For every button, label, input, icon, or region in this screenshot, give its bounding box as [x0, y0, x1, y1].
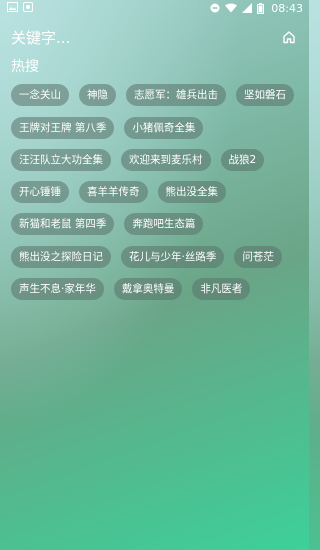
tag-row: 新猫和老鼠 第四季 奔跑吧生态篇: [11, 213, 204, 235]
hot-tag[interactable]: 欢迎来到麦乐村: [121, 149, 211, 171]
hot-tag[interactable]: 志愿军：雄兵出击: [126, 84, 226, 106]
hot-tag[interactable]: 声生不息·家年华: [11, 278, 104, 300]
tag-row: 一念关山 神隐 志愿军：雄兵出击 坚如磐石: [11, 84, 294, 106]
hot-tag[interactable]: 神隐: [79, 84, 116, 106]
hot-tag[interactable]: 开心锤锤: [11, 181, 69, 203]
tag-row: 王牌对王牌 第八季 小猪佩奇全集: [11, 117, 204, 139]
hot-tag[interactable]: 问苍茫: [234, 246, 282, 268]
app-notification-icon: [23, 1, 33, 15]
home-button[interactable]: [280, 28, 298, 46]
hot-tag[interactable]: 汪汪队立大功全集: [11, 149, 111, 171]
hot-tag[interactable]: 喜羊羊传奇: [79, 181, 148, 203]
wifi-icon: [225, 3, 238, 13]
hot-tag[interactable]: 新猫和老鼠 第四季: [11, 213, 115, 235]
signal-icon: [242, 3, 253, 13]
hot-search-title: 热搜: [11, 59, 39, 75]
hot-tag[interactable]: 小猪佩奇全集: [124, 117, 204, 139]
tag-row: 熊出没之探险日记 花儿与少年·丝路季 问苍茫: [11, 246, 282, 268]
hot-tag[interactable]: 戴拿奥特曼: [113, 278, 183, 300]
hot-tag[interactable]: 坚如磐石: [236, 84, 294, 106]
hot-tag[interactable]: 奔跑吧生态篇: [124, 213, 204, 235]
hot-tag[interactable]: 一念关山: [11, 84, 69, 106]
image-notification-icon: [7, 1, 18, 15]
tag-row: 汪汪队立大功全集 欢迎来到麦乐村 战狼2: [11, 149, 265, 171]
home-icon: [283, 31, 295, 44]
status-bar: 08:43: [0, 0, 309, 16]
do-not-disturb-icon: [210, 3, 220, 13]
hot-tag[interactable]: 非凡医者: [192, 278, 251, 300]
hot-tag[interactable]: 熊出没全集: [157, 181, 226, 203]
status-bar-left: [7, 1, 33, 15]
status-bar-right: 08:43: [210, 2, 303, 15]
tag-row: 声生不息·家年华 戴拿奥特曼 非凡医者: [11, 278, 251, 300]
search-header: 关键字...: [0, 24, 309, 50]
tag-row: 开心锤锤 喜羊羊传奇 熊出没全集: [11, 181, 226, 203]
hot-tag[interactable]: 熊出没之探险日记: [11, 246, 111, 268]
hot-tag[interactable]: 战狼2: [220, 149, 265, 171]
battery-icon: [257, 2, 265, 14]
search-input[interactable]: 关键字...: [11, 27, 70, 48]
hot-tag[interactable]: 王牌对王牌 第八季: [11, 117, 115, 139]
hot-tag[interactable]: 花儿与少年·丝路季: [121, 246, 225, 268]
clock: 08:43: [271, 1, 303, 15]
